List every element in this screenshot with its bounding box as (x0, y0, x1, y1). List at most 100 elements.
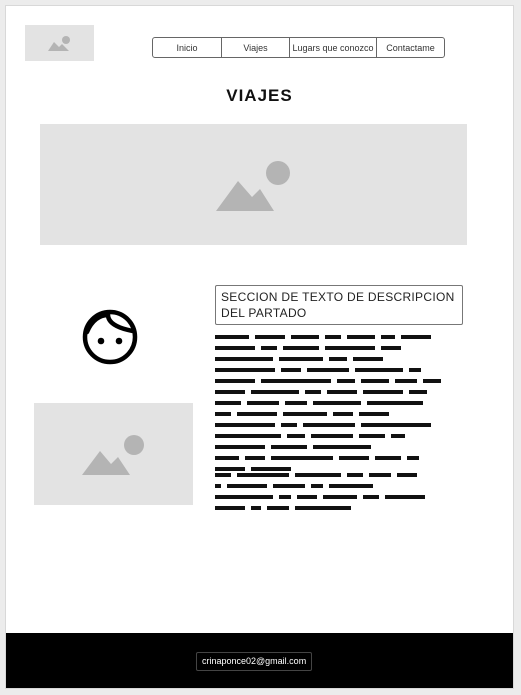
scribble-word (267, 506, 289, 510)
scribble-word (215, 467, 245, 471)
scribble-word (255, 335, 285, 339)
scribble-word (291, 335, 319, 339)
scribble-word (227, 484, 267, 488)
scribble-word (311, 484, 323, 488)
scribble-word (347, 473, 363, 477)
scribble-word (385, 495, 425, 499)
footer-email-link[interactable]: crinaponce02@gmail.com (196, 652, 313, 671)
scribble-line (215, 506, 461, 510)
scribble-word (279, 357, 323, 361)
scribble-word (271, 445, 307, 449)
scribble-word (401, 335, 431, 339)
scribble-word (381, 346, 401, 350)
scribble-word (327, 390, 357, 394)
nav-item-viajes[interactable]: Viajes (222, 38, 290, 57)
scribble-word (313, 401, 361, 405)
scribble-word (325, 346, 375, 350)
scribble-word (347, 335, 375, 339)
scribble-word (337, 379, 355, 383)
scribble-word (215, 484, 221, 488)
nav-item-contactame[interactable]: Contactame (377, 38, 444, 57)
scribble-word (215, 506, 245, 510)
scribble-word (279, 495, 291, 499)
image-placeholder-icon (47, 36, 70, 51)
scribble-word (261, 346, 277, 350)
description-paragraph-2 (215, 473, 461, 517)
face-icon (82, 309, 138, 365)
scribble-line (215, 445, 461, 449)
description-title: SECCION DE TEXTO DE DESCRIPCION DEL PART… (215, 285, 463, 325)
scribble-line (215, 456, 461, 460)
scribble-word (407, 456, 419, 460)
page: Inicio Viajes Lugars que conozco Contact… (5, 5, 514, 689)
scribble-word (313, 445, 371, 449)
scribble-word (215, 456, 239, 460)
scribble-word (361, 379, 389, 383)
scribble-word (311, 434, 353, 438)
scribble-word (355, 368, 403, 372)
scribble-word (363, 495, 379, 499)
scribble-word (215, 434, 281, 438)
scribble-word (215, 423, 275, 427)
scribble-word (215, 390, 245, 394)
scribble-word (359, 412, 389, 416)
scribble-line (215, 434, 461, 438)
scribble-word (215, 401, 241, 405)
image-placeholder-icon (215, 160, 290, 211)
side-image[interactable] (34, 403, 193, 505)
scribble-word (215, 346, 255, 350)
scribble-word (283, 412, 327, 416)
scribble-word (215, 495, 273, 499)
scribble-word (251, 506, 261, 510)
scribble-word (307, 368, 349, 372)
scribble-word (215, 357, 273, 361)
scribble-word (237, 412, 277, 416)
description-paragraph-1 (215, 335, 461, 478)
scribble-line (215, 484, 461, 488)
nav-item-inicio[interactable]: Inicio (153, 38, 222, 57)
scribble-word (251, 467, 291, 471)
scribble-word (325, 335, 341, 339)
scribble-word (273, 484, 305, 488)
scribble-word (329, 357, 347, 361)
scribble-word (359, 434, 385, 438)
logo-image[interactable] (25, 25, 94, 61)
scribble-word (361, 423, 431, 427)
scribble-line (215, 495, 461, 499)
scribble-word (215, 379, 255, 383)
scribble-word (215, 473, 231, 477)
scribble-word (287, 434, 305, 438)
scribble-word (375, 456, 401, 460)
scribble-word (215, 335, 249, 339)
footer: crinaponce02@gmail.com (6, 633, 513, 688)
scribble-line (215, 379, 461, 383)
scribble-word (295, 506, 351, 510)
scribble-word (247, 401, 279, 405)
scribble-word (409, 390, 427, 394)
scribble-word (397, 473, 417, 477)
scribble-word (395, 379, 417, 383)
scribble-line (215, 390, 461, 394)
nav-item-lugares[interactable]: Lugars que conozco (290, 38, 377, 57)
scribble-word (281, 368, 301, 372)
scribble-line (215, 346, 461, 350)
scribble-word (353, 357, 383, 361)
scribble-word (367, 401, 423, 405)
scribble-word (251, 390, 299, 394)
main-nav: Inicio Viajes Lugars que conozco Contact… (152, 37, 445, 58)
scribble-word (363, 390, 403, 394)
scribble-line (215, 423, 461, 427)
scribble-word (333, 412, 353, 416)
scribble-line (215, 357, 461, 361)
scribble-word (283, 346, 319, 350)
scribble-word (323, 495, 357, 499)
hero-image[interactable] (40, 124, 467, 245)
image-placeholder-icon (81, 435, 144, 475)
scribble-word (295, 473, 341, 477)
scribble-line (215, 467, 461, 471)
scribble-word (245, 456, 265, 460)
scribble-word (303, 423, 355, 427)
scribble-word (271, 456, 333, 460)
scribble-line (215, 368, 461, 372)
page-title: VIAJES (226, 86, 293, 105)
